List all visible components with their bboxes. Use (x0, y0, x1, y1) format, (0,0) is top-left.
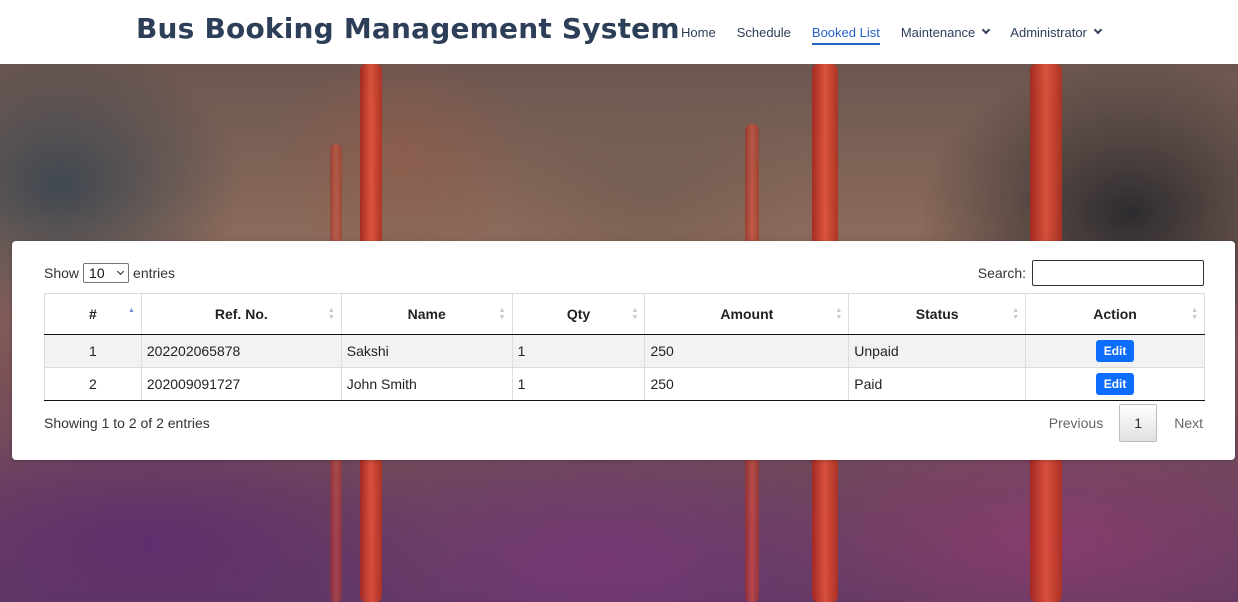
column-header-label: Action (1093, 306, 1137, 322)
previous-page-button[interactable]: Previous (1049, 415, 1103, 431)
sort-icon: ▲ ▼ (498, 307, 506, 321)
booked-list-table: # ▲ Ref. No. ▲ ▼ Name ▲ ▼ Qty ▲ ▼ Amount ▲ ▼ Stat… (44, 293, 1205, 401)
table-row: 1 202202065878 Sakshi 1 250 Unpaid Edit (44, 334, 1205, 368)
show-label: Show (44, 265, 80, 281)
column-header-number[interactable]: # ▲ (44, 293, 142, 335)
sort-icon: ▲ ▼ (1012, 307, 1020, 321)
chevron-down-icon (1093, 25, 1103, 35)
table-search: Search: (978, 260, 1204, 286)
nav-item-maintenance[interactable]: Maintenance (900, 0, 991, 64)
column-header-label: Name (407, 306, 446, 322)
nav-item-schedule[interactable]: Schedule (737, 0, 791, 64)
column-header-ref-no[interactable]: Ref. No. ▲ ▼ (140, 293, 342, 335)
next-page-button[interactable]: Next (1174, 415, 1203, 431)
column-header-name[interactable]: Name ▲ ▼ (340, 293, 513, 335)
entries-label: entries (133, 265, 176, 281)
cell-qty: 1 (511, 367, 646, 401)
entries-length-control: Show 10 entries (44, 263, 175, 283)
cell-status: Paid (848, 367, 1027, 401)
nav-item-administrator[interactable]: Administrator (1010, 0, 1103, 64)
pagination: Previous 1 Next (1049, 404, 1203, 442)
search-label: Search: (977, 265, 1026, 281)
sort-icon: ▲ (127, 307, 135, 314)
cell-qty: 1 (511, 334, 646, 368)
cell-number: 2 (44, 367, 142, 401)
cell-ref-no: 202009091727 (140, 367, 342, 401)
edit-button[interactable]: Edit (1095, 373, 1135, 395)
column-header-action[interactable]: Action ▲ ▼ (1025, 293, 1205, 335)
edit-button[interactable]: Edit (1095, 340, 1135, 362)
cell-status: Unpaid (848, 334, 1027, 368)
chevron-down-icon (982, 25, 991, 35)
sort-icon: ▲ ▼ (327, 307, 335, 321)
nav-item-label: Home (681, 24, 716, 40)
chevron-down-icon (116, 267, 125, 276)
top-navbar: Bus Booking Management System Home Sched… (0, 0, 1238, 64)
entries-select-value: 10 (89, 265, 105, 281)
cell-name: John Smith (340, 367, 513, 401)
table-header-row: # ▲ Ref. No. ▲ ▼ Name ▲ ▼ Qty ▲ ▼ Amount ▲ ▼ Stat… (44, 293, 1205, 335)
sort-icon: ▲ ▼ (835, 307, 843, 321)
cell-amount: 250 (644, 334, 850, 368)
cell-amount: 250 (644, 367, 850, 401)
column-header-label: Status (915, 306, 959, 322)
booked-list-card: Show 10 entries Search: # ▲ Ref. No. ▲ ▼ Na… (12, 241, 1235, 460)
entries-select[interactable]: 10 (83, 263, 130, 283)
column-header-label: # (89, 306, 97, 322)
nav-item-label: Maintenance (900, 24, 976, 40)
search-input[interactable] (1032, 260, 1204, 286)
sort-icon: ▲ ▼ (631, 307, 639, 321)
app-brand-title: Bus Booking Management System (136, 12, 680, 45)
cell-action: Edit (1025, 334, 1205, 368)
nav-item-label: Booked List (811, 24, 880, 40)
column-header-amount[interactable]: Amount ▲ ▼ (644, 293, 850, 335)
cell-name: Sakshi (340, 334, 513, 368)
nav-item-label: Schedule (736, 24, 791, 40)
table-info-text: Showing 1 to 2 of 2 entries (44, 415, 210, 431)
column-header-qty[interactable]: Qty ▲ ▼ (511, 293, 646, 335)
cell-number: 1 (44, 334, 142, 368)
page-button-current[interactable]: 1 (1119, 404, 1158, 442)
table-row: 2 202009091727 John Smith 1 250 Paid Edi… (44, 367, 1205, 401)
sort-icon: ▲ ▼ (1191, 307, 1198, 321)
cell-ref-no: 202202065878 (140, 334, 342, 368)
column-header-label: Amount (720, 306, 774, 322)
column-header-label: Ref. No. (214, 306, 268, 322)
main-nav: Home Schedule Booked List Maintenance Ad… (681, 0, 1122, 64)
column-header-label: Qty (566, 306, 591, 322)
column-header-status[interactable]: Status ▲ ▼ (848, 293, 1027, 335)
nav-item-home[interactable]: Home (681, 0, 716, 64)
nav-item-label: Administrator (1010, 24, 1087, 40)
nav-item-booked-list[interactable]: Booked List (811, 0, 880, 64)
cell-action: Edit (1025, 367, 1205, 401)
